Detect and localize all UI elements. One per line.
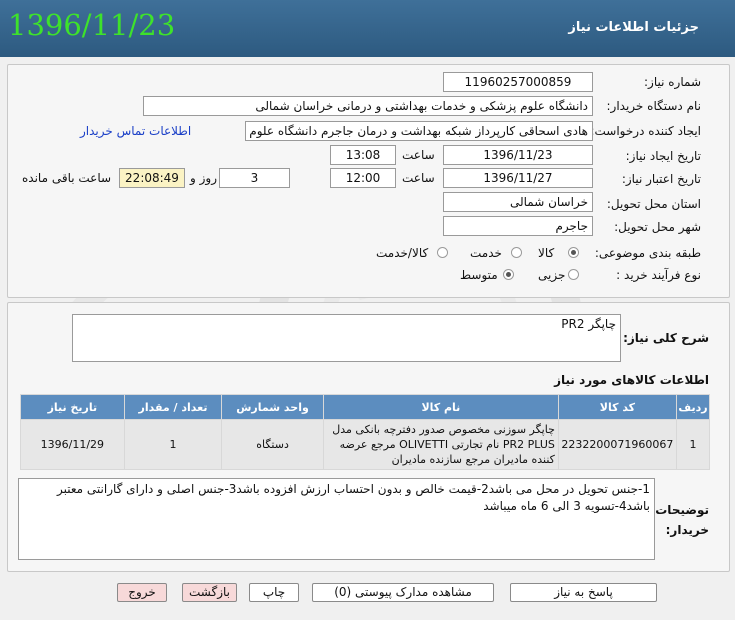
general-description-label: شرح کلی نیاز: xyxy=(623,331,709,345)
process-medium-radio[interactable] xyxy=(503,269,514,280)
category-both-radio[interactable] xyxy=(437,247,448,258)
category-goods-radio[interactable] xyxy=(568,247,579,258)
category-both-label: کالا/خدمت xyxy=(376,246,429,260)
row-code: 2232200071960067 xyxy=(557,419,677,470)
view-attachments-button[interactable]: مشاهده مدارک پیوستی (0) xyxy=(312,583,494,602)
process-medium-label: متوسط xyxy=(460,268,498,282)
process-type-label: نوع فرآیند خرید : xyxy=(616,268,701,282)
print-button[interactable]: چاپ xyxy=(249,583,299,602)
province-label: استان محل تحویل: xyxy=(606,197,701,211)
row-name: چاپگر سوزنی مخصوص صدور دفترچه بانکی مدل … xyxy=(322,419,559,470)
general-description-field: چاپگر PR2 xyxy=(72,314,621,362)
deadline-time-field: 12:00 xyxy=(330,168,396,188)
created-date-label: تاریخ ایجاد نیاز: xyxy=(625,149,701,163)
exit-button[interactable]: خروج xyxy=(117,583,167,602)
page-title: جزئیات اطلاعات نیاز xyxy=(568,20,699,35)
category-label: طبقه بندی موضوعی: xyxy=(594,246,701,260)
buyer-label: نام دستگاه خریدار: xyxy=(606,99,702,113)
province-field: خراسان شمالی xyxy=(443,192,593,212)
row-index: 1 xyxy=(675,419,711,470)
reply-button[interactable]: پاسخ به نیاز xyxy=(510,583,657,602)
remaining-time-label: ساعت باقی مانده xyxy=(22,171,112,185)
created-time-label: ساعت xyxy=(402,148,435,162)
deadline-time-label: ساعت xyxy=(402,171,435,185)
back-button[interactable]: بازگشت xyxy=(182,583,237,602)
goods-table: ردیف کد کالا نام کالا واحد شمارش تعداد /… xyxy=(20,394,711,470)
need-number-label: شماره نیاز: xyxy=(644,75,701,89)
category-service-radio[interactable] xyxy=(511,247,522,258)
column-header: کد کالا xyxy=(557,394,677,420)
deadline-date-field: 1396/11/27 xyxy=(443,168,593,188)
goods-table-header: ردیف کد کالا نام کالا واحد شمارش تعداد /… xyxy=(20,394,711,420)
date-stamp: 1396/11/23 xyxy=(8,8,176,42)
category-service-label: خدمت xyxy=(470,246,502,260)
buyer-notes-label: توضیحات خریدار: xyxy=(655,503,709,537)
remaining-time-field: 22:08:49 xyxy=(119,168,185,188)
created-date-field: 1396/11/23 xyxy=(443,145,593,165)
process-minor-label: جزیی xyxy=(538,268,566,282)
city-field: جاجرم xyxy=(443,216,593,236)
city-label: شهر محل تحویل: xyxy=(614,220,701,234)
table-row: 1 2232200071960067 چاپگر سوزنی مخصوص صدو… xyxy=(20,419,711,470)
process-minor-radio[interactable] xyxy=(568,269,579,280)
buyer-notes-field: 1-جنس تحویل در محل می باشد2-قیمت خالص و … xyxy=(18,478,655,560)
goods-section-title: اطلاعات کالاهای مورد نیاز xyxy=(554,373,709,387)
row-unit: دستگاه xyxy=(221,419,324,470)
column-header: واحد شمارش xyxy=(221,394,324,420)
requester-field: هادی اسحاقی کارپرداز شبکه بهداشت و درمان… xyxy=(245,121,593,141)
column-header: تعداد / مقدار xyxy=(123,394,223,420)
column-header: تاریخ نیاز xyxy=(20,394,125,420)
deadline-date-label: تاریخ اعتبار نیاز: xyxy=(621,172,701,186)
column-header: نام کالا xyxy=(322,394,559,420)
need-number-field: 11960257000859 xyxy=(443,72,593,92)
days-remaining-field: 3 xyxy=(219,168,290,188)
requester-label: ایجاد کننده درخواست: xyxy=(590,124,701,138)
buyer-field: دانشگاه علوم پزشکی و خدمات بهداشتی و درم… xyxy=(143,96,593,116)
row-date: 1396/11/29 xyxy=(20,419,125,470)
days-label: روز و xyxy=(190,171,217,185)
column-header: ردیف xyxy=(675,394,711,420)
category-goods-label: کالا xyxy=(538,246,555,260)
row-qty: 1 xyxy=(123,419,223,470)
contact-info-link[interactable]: اطلاعات تماس خریدار xyxy=(80,124,191,138)
created-time-field: 13:08 xyxy=(330,145,396,165)
